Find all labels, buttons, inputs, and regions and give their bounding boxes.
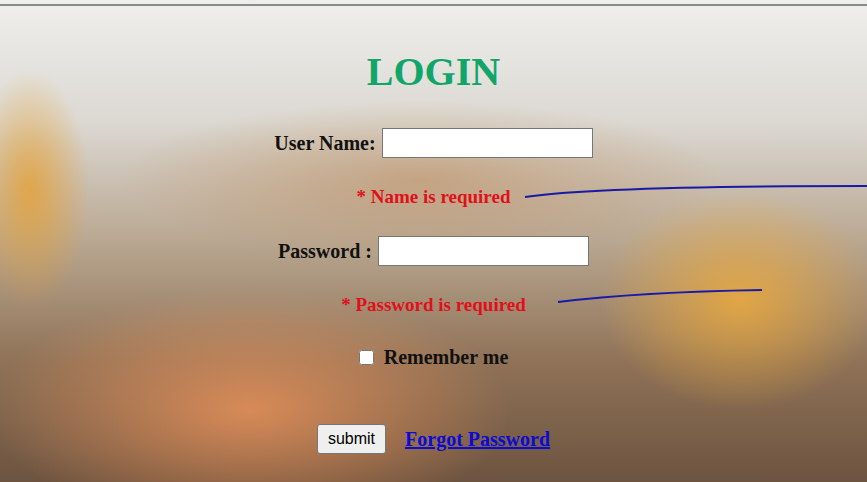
annotation-marks [0, 0, 867, 482]
field-row: Password : [278, 236, 589, 266]
remember-row: Remember me [359, 345, 509, 369]
field-input[interactable] [378, 236, 589, 266]
forgot-password-link[interactable]: Forgot Password [405, 428, 550, 451]
login-page: LOGIN User Name: * Name is required Passwor… [0, 0, 867, 482]
error-message: * Name is required [357, 185, 511, 209]
top-rule [0, 4, 867, 6]
actions-row: submit Forgot Password [317, 424, 550, 454]
field-row: User Name: [274, 128, 592, 158]
login-form: LOGIN User Name: * Name is required Passwor… [0, 6, 867, 454]
remember-label: Remember me [384, 346, 509, 369]
field-label: Password : [278, 240, 372, 263]
login-title: LOGIN [367, 48, 500, 96]
remember-checkbox[interactable] [359, 350, 374, 365]
error-message: * Password is required [341, 293, 526, 317]
annotation-line [558, 290, 762, 302]
field-input[interactable] [382, 128, 593, 158]
annotation-line [525, 186, 867, 197]
field-label: User Name: [274, 132, 375, 155]
submit-button[interactable]: submit [317, 424, 386, 454]
